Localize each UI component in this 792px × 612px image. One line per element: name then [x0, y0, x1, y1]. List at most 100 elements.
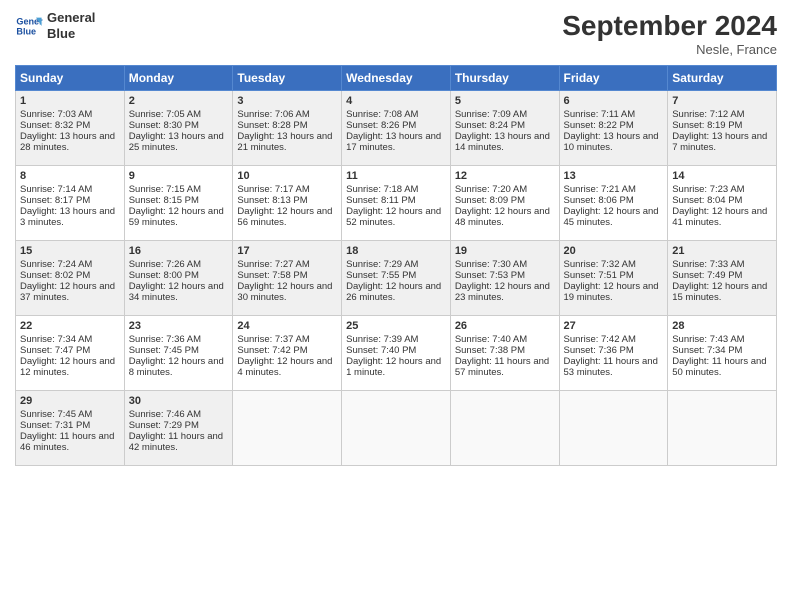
- sunrise: Sunrise: 7:08 AM: [346, 109, 418, 120]
- daylight: Daylight: 11 hours and 50 minutes.: [672, 356, 766, 378]
- calendar-cell: 8 Sunrise: 7:14 AM Sunset: 8:17 PM Dayli…: [16, 166, 125, 241]
- day-number: 14: [672, 170, 772, 182]
- daylight: Daylight: 12 hours and 41 minutes.: [672, 206, 767, 228]
- daylight: Daylight: 12 hours and 52 minutes.: [346, 206, 441, 228]
- calendar-cell: 17 Sunrise: 7:27 AM Sunset: 7:58 PM Dayl…: [233, 241, 342, 316]
- calendar-cell: 1 Sunrise: 7:03 AM Sunset: 8:32 PM Dayli…: [16, 91, 125, 166]
- sunrise: Sunrise: 7:15 AM: [129, 184, 201, 195]
- sunset: Sunset: 8:17 PM: [20, 195, 90, 206]
- sunrise: Sunrise: 7:42 AM: [564, 334, 636, 345]
- sunrise: Sunrise: 7:39 AM: [346, 334, 418, 345]
- calendar-cell: 28 Sunrise: 7:43 AM Sunset: 7:34 PM Dayl…: [668, 316, 777, 391]
- calendar-cell: 29 Sunrise: 7:45 AM Sunset: 7:31 PM Dayl…: [16, 391, 125, 466]
- daylight: Daylight: 12 hours and 26 minutes.: [346, 281, 441, 303]
- calendar-cell: 2 Sunrise: 7:05 AM Sunset: 8:30 PM Dayli…: [124, 91, 233, 166]
- sunrise: Sunrise: 7:37 AM: [237, 334, 309, 345]
- daylight: Daylight: 13 hours and 7 minutes.: [672, 131, 767, 153]
- sunset: Sunset: 8:30 PM: [129, 120, 199, 131]
- sunrise: Sunrise: 7:32 AM: [564, 259, 636, 270]
- sunrise: Sunrise: 7:26 AM: [129, 259, 201, 270]
- logo-line2: Blue: [47, 26, 95, 42]
- sunrise: Sunrise: 7:18 AM: [346, 184, 418, 195]
- daylight: Daylight: 12 hours and 12 minutes.: [20, 356, 115, 378]
- sunrise: Sunrise: 7:43 AM: [672, 334, 744, 345]
- daylight: Daylight: 12 hours and 4 minutes.: [237, 356, 332, 378]
- sunrise: Sunrise: 7:24 AM: [20, 259, 92, 270]
- sunset: Sunset: 8:00 PM: [129, 270, 199, 281]
- sunset: Sunset: 7:42 PM: [237, 345, 307, 356]
- sunrise: Sunrise: 7:03 AM: [20, 109, 92, 120]
- sunset: Sunset: 8:28 PM: [237, 120, 307, 131]
- calendar-cell: [233, 391, 342, 466]
- daylight: Daylight: 12 hours and 34 minutes.: [129, 281, 224, 303]
- sunset: Sunset: 7:31 PM: [20, 420, 90, 431]
- calendar-row: 1 Sunrise: 7:03 AM Sunset: 8:32 PM Dayli…: [16, 91, 777, 166]
- header-thursday: Thursday: [450, 66, 559, 91]
- day-number: 28: [672, 320, 772, 332]
- day-number: 23: [129, 320, 229, 332]
- calendar-cell: 22 Sunrise: 7:34 AM Sunset: 7:47 PM Dayl…: [16, 316, 125, 391]
- sunrise: Sunrise: 7:06 AM: [237, 109, 309, 120]
- day-number: 24: [237, 320, 337, 332]
- header-tuesday: Tuesday: [233, 66, 342, 91]
- day-number: 4: [346, 95, 446, 107]
- sunset: Sunset: 7:34 PM: [672, 345, 742, 356]
- calendar-cell: 26 Sunrise: 7:40 AM Sunset: 7:38 PM Dayl…: [450, 316, 559, 391]
- sunset: Sunset: 8:04 PM: [672, 195, 742, 206]
- calendar-cell: 24 Sunrise: 7:37 AM Sunset: 7:42 PM Dayl…: [233, 316, 342, 391]
- daylight: Daylight: 13 hours and 10 minutes.: [564, 131, 659, 153]
- sunrise: Sunrise: 7:34 AM: [20, 334, 92, 345]
- day-number: 10: [237, 170, 337, 182]
- daylight: Daylight: 13 hours and 21 minutes.: [237, 131, 332, 153]
- calendar-cell: 14 Sunrise: 7:23 AM Sunset: 8:04 PM Dayl…: [668, 166, 777, 241]
- sunset: Sunset: 8:15 PM: [129, 195, 199, 206]
- sunset: Sunset: 7:53 PM: [455, 270, 525, 281]
- calendar-cell: 7 Sunrise: 7:12 AM Sunset: 8:19 PM Dayli…: [668, 91, 777, 166]
- sunrise: Sunrise: 7:11 AM: [564, 109, 636, 120]
- month-title: September 2024: [562, 10, 777, 42]
- sunset: Sunset: 7:36 PM: [564, 345, 634, 356]
- location: Nesle, France: [562, 42, 777, 57]
- page-container: General Blue General Blue September 2024…: [0, 0, 792, 476]
- header-friday: Friday: [559, 66, 668, 91]
- sunset: Sunset: 8:06 PM: [564, 195, 634, 206]
- calendar-cell: 19 Sunrise: 7:30 AM Sunset: 7:53 PM Dayl…: [450, 241, 559, 316]
- sunset: Sunset: 7:38 PM: [455, 345, 525, 356]
- day-number: 27: [564, 320, 664, 332]
- sunrise: Sunrise: 7:30 AM: [455, 259, 527, 270]
- day-number: 17: [237, 245, 337, 257]
- day-number: 25: [346, 320, 446, 332]
- sunset: Sunset: 7:45 PM: [129, 345, 199, 356]
- sunset: Sunset: 7:40 PM: [346, 345, 416, 356]
- sunrise: Sunrise: 7:14 AM: [20, 184, 92, 195]
- day-number: 9: [129, 170, 229, 182]
- header-monday: Monday: [124, 66, 233, 91]
- day-number: 1: [20, 95, 120, 107]
- calendar-cell: 6 Sunrise: 7:11 AM Sunset: 8:22 PM Dayli…: [559, 91, 668, 166]
- sunrise: Sunrise: 7:27 AM: [237, 259, 309, 270]
- calendar-cell: 18 Sunrise: 7:29 AM Sunset: 7:55 PM Dayl…: [342, 241, 451, 316]
- sunset: Sunset: 8:26 PM: [346, 120, 416, 131]
- header-sunday: Sunday: [16, 66, 125, 91]
- logo-text: General Blue: [47, 10, 95, 41]
- sunrise: Sunrise: 7:09 AM: [455, 109, 527, 120]
- daylight: Daylight: 12 hours and 15 minutes.: [672, 281, 767, 303]
- day-number: 22: [20, 320, 120, 332]
- sunset: Sunset: 7:49 PM: [672, 270, 742, 281]
- sunrise: Sunrise: 7:45 AM: [20, 409, 92, 420]
- daylight: Daylight: 13 hours and 14 minutes.: [455, 131, 550, 153]
- sunset: Sunset: 7:29 PM: [129, 420, 199, 431]
- calendar-cell: [342, 391, 451, 466]
- daylight: Daylight: 12 hours and 23 minutes.: [455, 281, 550, 303]
- sunset: Sunset: 8:09 PM: [455, 195, 525, 206]
- sunset: Sunset: 7:58 PM: [237, 270, 307, 281]
- sunrise: Sunrise: 7:46 AM: [129, 409, 201, 420]
- daylight: Daylight: 13 hours and 25 minutes.: [129, 131, 224, 153]
- daylight: Daylight: 12 hours and 1 minute.: [346, 356, 441, 378]
- daylight: Daylight: 12 hours and 8 minutes.: [129, 356, 224, 378]
- sunrise: Sunrise: 7:17 AM: [237, 184, 309, 195]
- calendar-row: 15 Sunrise: 7:24 AM Sunset: 8:02 PM Dayl…: [16, 241, 777, 316]
- day-number: 6: [564, 95, 664, 107]
- sunset: Sunset: 8:32 PM: [20, 120, 90, 131]
- calendar-cell: 11 Sunrise: 7:18 AM Sunset: 8:11 PM Dayl…: [342, 166, 451, 241]
